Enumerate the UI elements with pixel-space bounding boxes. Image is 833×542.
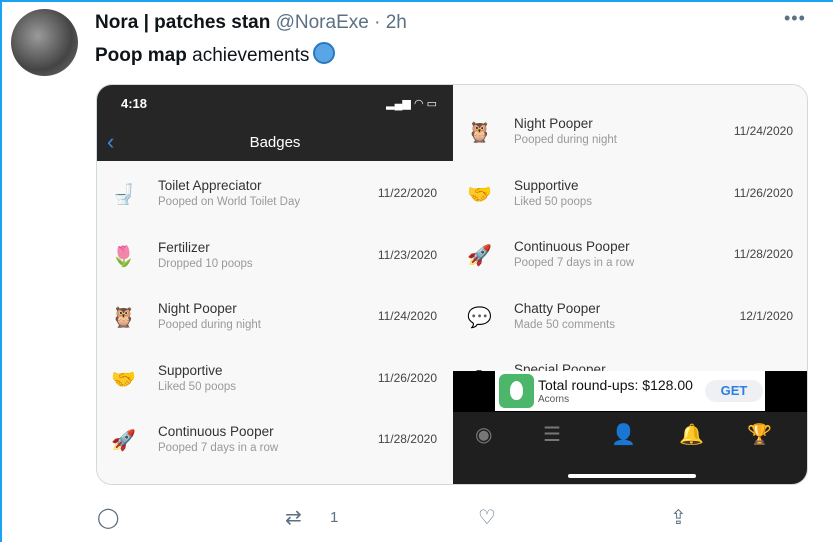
tab-bar: ◉ ☰ 👤 🔔 🏆	[453, 412, 807, 484]
badge-date: 11/26/2020	[733, 185, 793, 200]
home-indicator	[568, 474, 696, 478]
badge-date: 11/24/2020	[377, 309, 437, 323]
acorns-logo-icon	[499, 374, 534, 408]
separator: ·	[374, 12, 381, 33]
badge-date: 12/1/2020	[739, 308, 793, 323]
like-icon[interactable]: ♡	[478, 505, 496, 530]
badge-description: Liked 50 poops	[158, 380, 237, 393]
badge-name: Continuous Pooper	[514, 239, 630, 254]
badge-row[interactable]: 🚀 Continuous Pooper Pooped 7 days in a r…	[453, 225, 807, 287]
badge-row[interactable]: 🚀 Continuous Pooper Pooped 7 days in a r…	[97, 410, 453, 472]
badge-row[interactable]: 🚽 Toilet Appreciator Pooped on World Toi…	[97, 164, 453, 226]
retweet-count: 1	[330, 509, 339, 526]
page-title: Badges	[249, 134, 301, 151]
badge-name: Supportive	[158, 362, 223, 378]
handshake-icon: 🤝	[467, 183, 492, 206]
profile-icon[interactable]: 👤	[611, 422, 636, 447]
badge-name: Supportive	[514, 177, 579, 193]
screenshot-right: 🦉 Night Pooper Pooped during night 11/24…	[453, 85, 807, 484]
ad-banner[interactable]: Total round-ups: $128.00 Acorns GET	[453, 371, 807, 412]
trophy-icon[interactable]: 🏆	[747, 422, 772, 447]
tweet-media[interactable]: 4:18 ▂▄▆ ◠ ▭ ‹ Badges 🚽 Toilet Appreciat…	[96, 84, 808, 485]
more-options-icon[interactable]: •••	[784, 8, 806, 29]
badge-description: Pooped on World Toilet Day	[158, 196, 301, 208]
speech-bubble-icon: 💬	[467, 306, 492, 329]
tweet-text: Poop map achievements	[95, 42, 336, 67]
badge-description: Liked 50 poops	[514, 195, 593, 208]
badge-description: Pooped 7 days in a row	[514, 257, 635, 269]
get-button[interactable]: GET	[705, 380, 763, 402]
share-icon[interactable]: ⇪	[670, 505, 687, 530]
status-time: 4:18	[121, 96, 148, 111]
badge-row[interactable]: 💬 Chatty Pooper Made 50 comments 12/1/20…	[453, 287, 807, 349]
badge-name: Night Pooper	[158, 301, 237, 316]
badge-name: Toilet Appreciator	[158, 178, 262, 193]
owl-icon: 🦉	[467, 122, 492, 144]
phone-header: 4:18 ▂▄▆ ◠ ▭ ‹ Badges	[97, 85, 453, 161]
bell-icon[interactable]: 🔔	[679, 422, 704, 447]
tweet-header: Nora | patches stan @NoraExe · 2h	[95, 12, 407, 34]
handshake-icon: 🤝	[111, 368, 136, 391]
tweet-text-bold: Poop map	[95, 45, 187, 66]
status-icons: ▂▄▆ ◠ ▭	[386, 98, 437, 110]
badge-name: Fertilizer	[158, 239, 210, 255]
badge-description: Pooped 7 days in a row	[158, 442, 279, 454]
badge-row[interactable]: 🦉 Night Pooper Pooped during night 11/24…	[97, 287, 453, 349]
rocket-icon: 🚀	[467, 245, 492, 267]
reply-icon[interactable]: ◯	[97, 505, 119, 530]
retweet-icon[interactable]: ⇄	[285, 505, 302, 530]
tulip-icon: 🌷	[111, 245, 136, 268]
badge-description: Pooped during night	[514, 134, 617, 146]
badge-date: 11/23/2020	[377, 247, 437, 262]
badge-description: Pooped during night	[158, 319, 261, 331]
badge-row[interactable]: 🌷 Fertilizer Dropped 10 poops 11/23/2020	[97, 226, 453, 288]
ad-brand: Acorns	[538, 394, 570, 405]
list-icon[interactable]: ☰	[543, 422, 561, 447]
timestamp[interactable]: 2h	[386, 12, 407, 33]
badge-date: 11/24/2020	[733, 124, 793, 138]
badge-row[interactable]: 🤝 Supportive Liked 50 poops 11/26/2020	[97, 349, 453, 411]
badge-name: Night Pooper	[514, 116, 593, 131]
toilet-icon: 🚽	[111, 184, 136, 206]
badge-row[interactable]: 🤝 Supportive Liked 50 poops 11/26/2020	[453, 164, 807, 226]
badge-row[interactable]: 🦉 Night Pooper Pooped during night 11/24…	[453, 102, 807, 164]
badge-description: Made 50 comments	[514, 318, 615, 331]
screenshot-left: 4:18 ▂▄▆ ◠ ▭ ‹ Badges 🚽 Toilet Appreciat…	[97, 85, 453, 484]
tweet-text-rest: achievements	[192, 45, 310, 66]
badge-date: 11/26/2020	[377, 370, 437, 385]
badge-description: Dropped 10 poops	[158, 257, 253, 270]
badge-name: Chatty Pooper	[514, 300, 601, 316]
author-handle[interactable]: @NoraExe	[276, 12, 369, 33]
badge-name: Continuous Pooper	[158, 424, 274, 439]
owl-icon: 🦉	[111, 307, 136, 329]
globe-icon[interactable]: ◉	[475, 422, 492, 447]
badge-date: 11/28/2020	[733, 247, 793, 261]
avatar[interactable]	[11, 9, 78, 76]
grimacing-emoji-icon	[313, 42, 336, 64]
badge-date: 11/22/2020	[377, 186, 437, 200]
ad-title: Total round-ups: $128.00	[538, 377, 693, 393]
badge-date: 11/28/2020	[377, 432, 437, 446]
rocket-icon: 🚀	[111, 430, 136, 452]
author-name[interactable]: Nora | patches stan	[95, 12, 270, 33]
